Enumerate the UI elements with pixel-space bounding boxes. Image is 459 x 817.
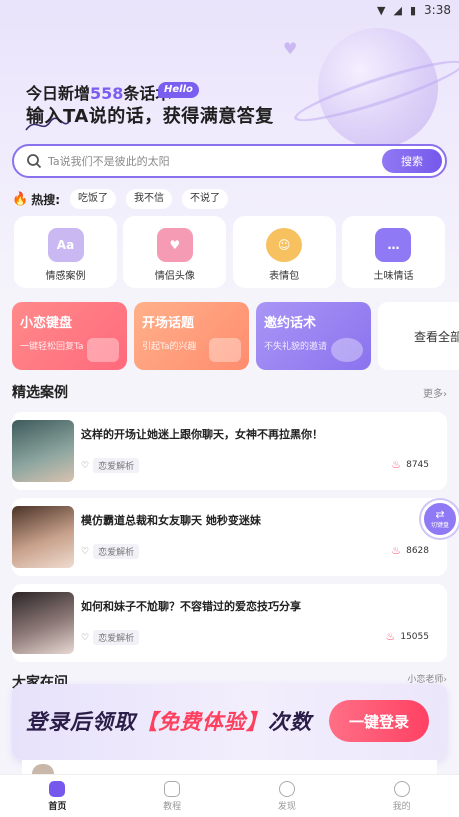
category-label: 土味情话 xyxy=(373,271,414,282)
feature-invitation-lines[interactable]: 邀约话术 不失礼貌的邀请 xyxy=(256,302,371,370)
one-click-login-button[interactable]: 一键登录 xyxy=(329,700,429,742)
bottom-tab-bar: 首页 教程 发现 我的 xyxy=(0,774,459,817)
case-tag-text: 恋爱解析 xyxy=(93,544,140,559)
category-grid: Aa 情感案例 ♥ 情侣头像 ☺ 表情包 … 土味情话 xyxy=(14,216,445,288)
feature-title: 邀约话术 xyxy=(264,316,317,331)
case-likes: ♨ 15055 xyxy=(385,630,429,643)
category-cheesy-lines[interactable]: … 土味情话 xyxy=(341,216,445,288)
case-tag: ♡ 恋爱解析 xyxy=(81,544,140,559)
case-card[interactable]: 如何和妹子不尬聊？不容错过的爱恋技巧分享 ♡ 恋爱解析 ♨ 15055 xyxy=(12,584,447,662)
hero-prefix: 今日新增 xyxy=(26,84,91,103)
hot-label-text: 热搜: xyxy=(31,192,60,207)
case-likes-count: 8745 xyxy=(406,459,429,470)
promo-prefix: 登录后领取 xyxy=(26,710,136,734)
login-promo-text: 登录后领取【免费体验】次数 xyxy=(26,706,312,736)
promo-suffix: 次数 xyxy=(268,710,312,734)
case-title: 这样的开场让她迷上跟你聊天，女神不再拉黑你！ xyxy=(81,428,323,441)
tab-label: 教程 xyxy=(163,801,182,812)
tab-discover[interactable]: 发现 xyxy=(230,775,345,817)
feature-love-keyboard[interactable]: 小恋键盘 一键轻松回复Ta xyxy=(12,302,127,370)
search-button[interactable]: 搜索 xyxy=(382,149,442,173)
switch-keyboard-button[interactable]: ⇄ 切键盘 xyxy=(421,500,459,538)
question-card-peek xyxy=(22,760,437,774)
tab-label: 发现 xyxy=(277,801,296,812)
search-bar: 搜索 xyxy=(12,144,447,178)
swap-icon: ⇄ xyxy=(435,507,445,521)
hot-tag[interactable]: 吃饭了 xyxy=(70,189,116,209)
hot-tag[interactable]: 我不信 xyxy=(126,189,172,209)
case-likes-count: 8628 xyxy=(406,545,429,556)
chat-dots-icon xyxy=(209,338,241,362)
battery-icon: ▮ xyxy=(409,3,417,17)
feature-title: 开场话题 xyxy=(142,316,195,331)
case-tag-text: 恋爱解析 xyxy=(93,458,140,473)
case-likes-count: 15055 xyxy=(400,631,429,642)
promo-highlight: 【免费体验】 xyxy=(136,710,268,734)
flame-icon: ♨ xyxy=(391,458,402,471)
more-link[interactable]: 更多› xyxy=(423,385,447,400)
home-icon xyxy=(49,780,66,797)
view-all-features[interactable]: 查看全部 xyxy=(378,302,459,370)
cases-section-header: 精选案例 更多› xyxy=(12,380,447,404)
heart-outline-icon: ♡ xyxy=(81,632,90,643)
tutorial-icon xyxy=(164,780,181,797)
case-card[interactable]: 这样的开场让她迷上跟你聊天，女神不再拉黑你！ ♡ 恋爱解析 ♨ 8745 xyxy=(12,412,447,490)
feature-opening-topics[interactable]: 开场话题 引起Ta的兴趣 xyxy=(134,302,249,370)
wifi-icon: ▼ xyxy=(377,3,386,17)
section-title: 精选案例 xyxy=(12,385,68,401)
hot-tag[interactable]: 不说了 xyxy=(182,189,228,209)
case-likes: ♨ 8628 xyxy=(391,544,429,557)
hero-new-count-text: 今日新增558条话术 xyxy=(26,80,171,104)
case-card[interactable]: 模仿霸道总裁和女友聊天 她秒变迷妹 ♡ 恋爱解析 ♨ 8628 xyxy=(12,498,447,576)
feature-title: 小恋键盘 xyxy=(20,316,73,331)
tab-label: 我的 xyxy=(392,801,411,812)
switch-keyboard-label: 切键盘 xyxy=(430,521,449,529)
tab-label: 首页 xyxy=(48,801,67,812)
signal-icon: ◢ xyxy=(393,3,402,17)
profile-icon xyxy=(393,780,410,797)
tab-me[interactable]: 我的 xyxy=(344,775,459,817)
chat-aa-icon: Aa xyxy=(47,228,84,262)
hot-label: 🔥 热搜: xyxy=(12,191,60,208)
hot-search-row: 🔥 热搜: 吃饭了 我不信 不说了 xyxy=(12,188,228,210)
category-emotion-cases[interactable]: Aa 情感案例 xyxy=(14,216,117,288)
case-tag: ♡ 恋爱解析 xyxy=(81,630,140,645)
flame-icon: ♨ xyxy=(391,544,402,557)
category-couple-avatar[interactable]: ♥ 情侣头像 xyxy=(123,216,227,288)
status-time: 3:38 xyxy=(424,3,451,17)
category-stickers[interactable]: ☺ 表情包 xyxy=(232,216,336,288)
case-likes: ♨ 8745 xyxy=(391,458,429,471)
hero-subtitle: 输入TA说的话，获得满意答复 xyxy=(26,106,274,127)
status-bar: ▼ ◢ ▮ 3:38 xyxy=(0,0,459,20)
heart-bubble-icon: ♥ xyxy=(156,228,193,262)
hero-count: 558 xyxy=(90,84,124,103)
case-title: 模仿霸道总裁和女友聊天 她秒变迷妹 xyxy=(81,514,261,527)
keyboard-icon xyxy=(87,338,119,362)
category-label: 情侣头像 xyxy=(154,271,195,282)
tab-tutorial[interactable]: 教程 xyxy=(115,775,230,817)
tab-home[interactable]: 首页 xyxy=(0,775,115,817)
flame-icon: ♨ xyxy=(385,630,396,643)
case-thumbnail xyxy=(12,506,74,568)
heart-outline-icon: ♡ xyxy=(81,546,90,557)
heart-outline-icon: ♡ xyxy=(81,460,90,471)
case-title: 如何和妹子不尬聊？不容错过的爱恋技巧分享 xyxy=(81,600,301,613)
compass-icon xyxy=(278,780,295,797)
search-icon xyxy=(27,154,42,169)
heart-decoration-icon: ♥ xyxy=(283,39,298,58)
category-label: 表情包 xyxy=(269,271,300,282)
emoji-face-icon: ☺ xyxy=(266,228,303,262)
case-tag-text: 恋爱解析 xyxy=(93,630,140,645)
fire-icon: 🔥 xyxy=(12,191,29,207)
feature-carousel: 小恋键盘 一键轻松回复Ta 开场话题 引起Ta的兴趣 邀约话术 不失礼貌的邀请 … xyxy=(12,302,459,370)
login-promo-banner: 登录后领取【免费体验】次数 一键登录 xyxy=(12,684,447,760)
avatar xyxy=(32,764,54,774)
case-thumbnail xyxy=(12,420,74,482)
hello-badge: Hello xyxy=(158,82,199,98)
moon-icon xyxy=(331,338,363,362)
case-thumbnail xyxy=(12,592,74,654)
category-label: 情感案例 xyxy=(45,271,86,282)
case-tag: ♡ 恋爱解析 xyxy=(81,458,140,473)
speech-bubble-icon: … xyxy=(375,228,412,262)
